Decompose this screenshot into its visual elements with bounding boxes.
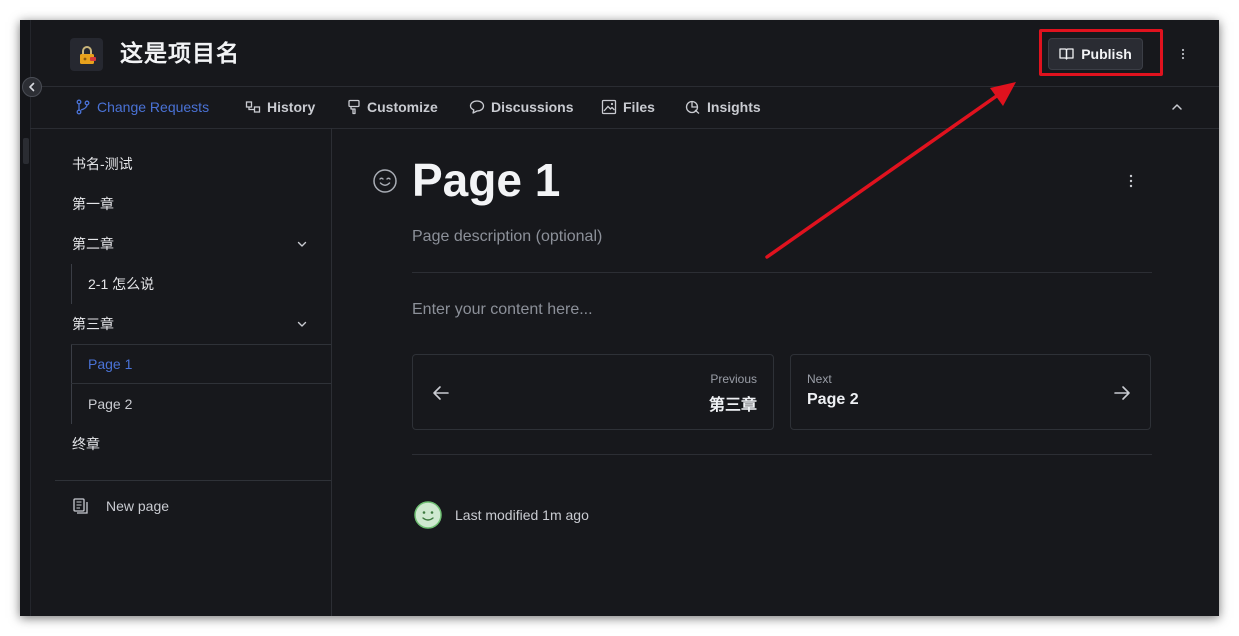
tab-label: Discussions [491,99,574,115]
toc-item-label: Page 2 [88,396,133,412]
book-icon [1059,48,1074,60]
chevron-up-icon [1172,104,1182,110]
chat-icon [469,100,485,114]
paint-icon [348,99,360,115]
new-page-label: New page [106,498,170,514]
toc-item-chapter-1[interactable]: 第一章 [30,184,331,224]
tab-label: Change Requests [97,99,210,115]
new-page-button[interactable]: New page [72,491,169,521]
image-icon [601,99,617,115]
tab-label: Customize [367,99,438,115]
page-more-button[interactable] [1120,170,1142,192]
next-page-card[interactable]: Next Page 2 [790,354,1151,430]
footer-divider [412,454,1152,455]
toc-item-chapter-2[interactable]: 第二章 [30,224,331,264]
chevron-down-icon[interactable] [295,317,309,331]
toc-item-label: 第三章 [72,316,114,332]
collapse-sidebar-button[interactable] [22,77,42,97]
insights-icon [685,100,700,114]
history-icon [245,101,261,113]
description-divider [412,272,1152,273]
lock-icon [79,45,96,64]
previous-label: Previous [710,372,757,386]
toc-item-chapter-3[interactable]: 第三章 [30,304,331,344]
project-avatar[interactable] [70,38,103,71]
tab-insights[interactable]: Insights [685,87,761,127]
previous-title: 第三章 [708,397,757,414]
app-window: 这是项目名 Publish Change Requests History Cu… [20,20,1219,616]
toc-item-label: 第二章 [72,236,114,252]
page-title[interactable]: Page 1 [412,152,560,208]
tab-label: Insights [707,99,761,115]
edge-marker [23,138,29,164]
tab-files[interactable]: Files [601,87,655,127]
toc-item-book[interactable]: 书名-测试 [30,144,331,184]
page-description-input[interactable]: Page description (optional) [412,225,602,249]
toc-item-label: Page 1 [88,356,133,372]
previous-page-card[interactable]: Previous 第三章 [412,354,774,430]
toc-item-label: 第一章 [72,196,114,212]
tab-change-requests[interactable]: Change Requests [75,87,209,127]
toc-item-label: 书名-测试 [72,156,133,172]
tab-customize[interactable]: Customize [347,87,438,127]
project-title: 这是项目名 [120,40,240,66]
toc-item-page-1[interactable]: Page 1 [71,344,331,384]
collapse-tabs-button[interactable] [1167,97,1187,117]
publish-button[interactable]: Publish [1048,38,1143,70]
publish-label: Publish [1081,46,1132,62]
table-of-contents: 书名-测试 第一章 第二章 2-1 怎么说 第三章 Page 1 Page 2 … [30,128,332,616]
toc-item-label: 2-1 怎么说 [88,276,155,292]
branch-icon [76,99,90,115]
vertical-dots-icon [1129,174,1133,188]
next-title: Page 2 [807,391,859,408]
tab-label: Files [623,99,655,115]
chevron-down-icon[interactable] [295,237,309,251]
toc-item-2-1[interactable]: 2-1 怎么说 [30,264,331,304]
arrow-left-icon [433,386,449,400]
arrow-right-icon [1114,386,1130,400]
emoji-picker-icon[interactable] [372,168,398,194]
header-more-button[interactable] [1173,44,1193,64]
toc-item-page-2[interactable]: Page 2 [71,384,331,424]
page-content-editor[interactable]: Enter your content here... [412,298,593,322]
page-editor: Page 1 Page description (optional) Enter… [332,128,1219,616]
project-tabs: Change Requests History Customize Discus… [30,87,1219,129]
last-modified: Last modified 1m ago [414,501,589,529]
chevron-left-icon [29,82,35,92]
sidebar-divider [55,480,331,481]
tab-history[interactable]: History [245,87,315,127]
last-modified-text: Last modified 1m ago [455,507,589,523]
toc-item-final-chapter[interactable]: 终章 [30,424,331,464]
tab-discussions[interactable]: Discussions [469,87,573,127]
user-avatar-icon [414,501,442,529]
tab-label: History [267,99,316,115]
next-label: Next [807,372,832,386]
header: 这是项目名 Publish [30,20,1219,87]
toc-item-label: 终章 [72,436,100,452]
vertical-dots-icon [1181,48,1185,60]
new-page-icon [73,498,88,514]
